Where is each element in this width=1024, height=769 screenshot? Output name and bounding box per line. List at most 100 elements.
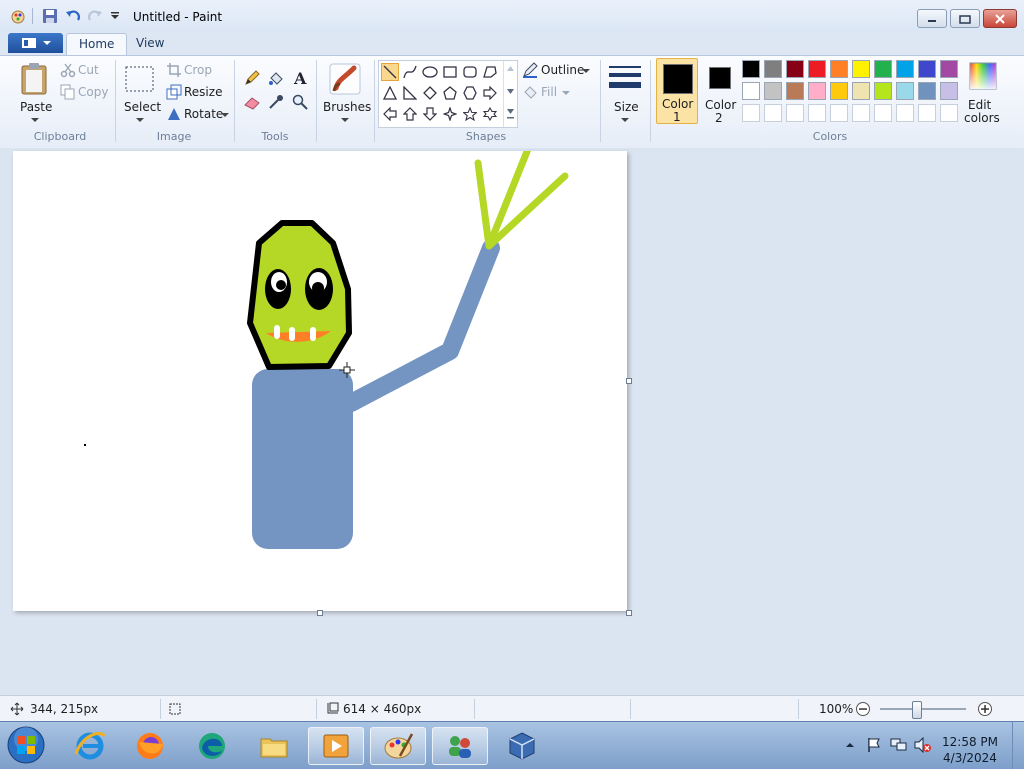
resize-button[interactable]: Resize <box>164 84 224 102</box>
minimize-button[interactable] <box>917 9 947 28</box>
hexagon-shape[interactable] <box>461 84 479 102</box>
custom-color-slot[interactable] <box>830 104 848 122</box>
taskbar-paint[interactable] <box>370 727 426 765</box>
color1-button[interactable]: Color 1 <box>656 58 698 124</box>
palette-swatch[interactable] <box>742 82 760 100</box>
pencil-tool[interactable] <box>241 67 263 89</box>
palette-swatch[interactable] <box>764 82 782 100</box>
edit-colors-button[interactable]: Edit colors <box>962 60 1004 125</box>
select-button[interactable]: Select <box>120 60 161 124</box>
palette-swatch[interactable] <box>852 82 870 100</box>
palette-swatch[interactable] <box>896 82 914 100</box>
up-arrow-shape[interactable] <box>401 105 419 123</box>
five-point-star-shape[interactable] <box>461 105 479 123</box>
rectangle-shape[interactable] <box>441 63 459 81</box>
zoom-out-button[interactable] <box>855 701 871 717</box>
shapes-scrollbar[interactable] <box>503 61 517 127</box>
palette-swatch[interactable] <box>852 60 870 78</box>
rotate-button[interactable]: Rotate <box>164 106 230 124</box>
custom-color-slot[interactable] <box>764 104 782 122</box>
color-picker-tool[interactable] <box>265 91 287 113</box>
palette-swatch[interactable] <box>742 60 760 78</box>
curve-shape[interactable] <box>401 63 419 81</box>
taskbar-network-tool[interactable] <box>432 727 488 765</box>
redo-icon[interactable] <box>87 8 103 24</box>
brushes-button[interactable]: Brushes <box>320 60 371 124</box>
undo-icon[interactable] <box>65 8 81 24</box>
drawing-canvas[interactable] <box>13 145 627 611</box>
palette-swatch[interactable] <box>918 82 936 100</box>
pentagon-shape[interactable] <box>441 84 459 102</box>
palette-swatch[interactable] <box>918 60 936 78</box>
polygon-shape[interactable] <box>481 63 499 81</box>
color2-button[interactable]: Color 2 <box>700 58 740 125</box>
eraser-tool[interactable] <box>241 91 263 113</box>
taskbar-internet-explorer[interactable] <box>62 727 118 765</box>
palette-swatch[interactable] <box>896 60 914 78</box>
size-button[interactable]: Size <box>604 60 646 124</box>
triangle-shape[interactable] <box>381 84 399 102</box>
paint-app-icon[interactable] <box>10 8 26 24</box>
crop-button[interactable]: Crop <box>164 62 224 80</box>
custom-color-slot[interactable] <box>918 104 936 122</box>
custom-color-slot[interactable] <box>852 104 870 122</box>
custom-color-slot[interactable] <box>874 104 892 122</box>
palette-swatch[interactable] <box>874 82 892 100</box>
taskbar-virtualbox[interactable] <box>494 727 550 765</box>
taskbar-file-explorer[interactable] <box>246 727 302 765</box>
paint-menu-button[interactable] <box>8 33 63 53</box>
four-point-star-shape[interactable] <box>441 105 459 123</box>
palette-swatch[interactable] <box>808 82 826 100</box>
resize-handle-right[interactable] <box>626 378 632 384</box>
taskbar-media-player[interactable] <box>308 727 364 765</box>
custom-color-slot[interactable] <box>786 104 804 122</box>
palette-swatch[interactable] <box>874 60 892 78</box>
magnifier-tool[interactable] <box>289 91 311 113</box>
zoom-in-button[interactable] <box>977 701 993 717</box>
rounded-rectangle-shape[interactable] <box>461 63 479 81</box>
zoom-slider[interactable] <box>880 701 966 719</box>
network-tray-icon[interactable] <box>890 737 908 753</box>
line-shape[interactable] <box>381 63 399 81</box>
close-button[interactable] <box>983 9 1017 28</box>
resize-handle-bottom[interactable] <box>317 610 323 616</box>
custom-color-slot[interactable] <box>808 104 826 122</box>
system-clock[interactable]: 12:58 PM 4/3/2024 <box>942 734 998 766</box>
zoom-slider-thumb[interactable] <box>912 701 923 719</box>
palette-swatch[interactable] <box>830 60 848 78</box>
fill-tool[interactable] <box>265 67 287 89</box>
show-desktop-button[interactable] <box>1012 722 1024 769</box>
volume-tray-icon[interactable] <box>914 736 932 754</box>
action-center-icon[interactable] <box>866 737 882 753</box>
canvas-workspace[interactable] <box>0 145 1024 695</box>
six-point-star-shape[interactable] <box>481 105 499 123</box>
palette-swatch[interactable] <box>940 82 958 100</box>
text-tool[interactable]: A <box>289 67 311 89</box>
diamond-shape[interactable] <box>421 84 439 102</box>
cut-button[interactable]: Cut <box>58 62 108 80</box>
palette-swatch[interactable] <box>830 82 848 100</box>
custom-color-slot[interactable] <box>940 104 958 122</box>
taskbar-edge[interactable] <box>184 727 240 765</box>
tab-view[interactable]: View <box>124 33 176 54</box>
custom-color-slot[interactable] <box>742 104 760 122</box>
palette-swatch[interactable] <box>808 60 826 78</box>
palette-swatch[interactable] <box>940 60 958 78</box>
palette-swatch[interactable] <box>786 82 804 100</box>
oval-shape[interactable] <box>421 63 439 81</box>
right-triangle-shape[interactable] <box>401 84 419 102</box>
outline-button[interactable]: Outline <box>520 62 596 80</box>
show-hidden-icons-button[interactable] <box>844 739 856 751</box>
copy-button[interactable]: Copy <box>58 84 108 102</box>
resize-handle-corner[interactable] <box>626 610 632 616</box>
paste-button[interactable]: Paste <box>16 60 54 124</box>
save-icon[interactable] <box>42 8 58 24</box>
down-arrow-shape[interactable] <box>421 105 439 123</box>
customize-qa-chevron-icon[interactable] <box>107 8 123 24</box>
palette-swatch[interactable] <box>786 60 804 78</box>
tab-home[interactable]: Home <box>66 33 128 55</box>
palette-swatch[interactable] <box>764 60 782 78</box>
fill-button[interactable]: Fill <box>520 84 580 102</box>
custom-color-slot[interactable] <box>896 104 914 122</box>
maximize-button[interactable] <box>950 9 980 28</box>
